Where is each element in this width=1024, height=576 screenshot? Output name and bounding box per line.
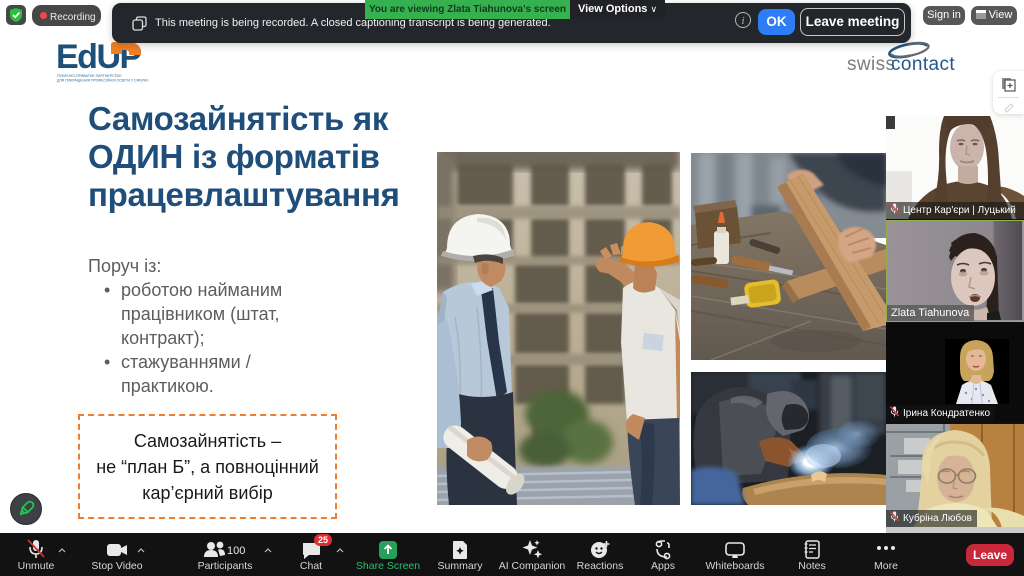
svg-text:ДЛЯ ПОКРАЩЕННЯ ПРОФЕСІЙНОЇ ОСВ: ДЛЯ ПОКРАЩЕННЯ ПРОФЕСІЙНОЇ ОСВІТИ У СФЕР… — [57, 79, 149, 83]
svg-text:contact: contact — [891, 54, 955, 75]
svg-text:swiss: swiss — [847, 54, 895, 75]
svg-text:100: 100 — [227, 545, 245, 557]
svg-text:ПУБЛІЧНО-ПРИВАТНЕ ПАРТНЕРСТВО: ПУБЛІЧНО-ПРИВАТНЕ ПАРТНЕРСТВО — [57, 74, 122, 78]
